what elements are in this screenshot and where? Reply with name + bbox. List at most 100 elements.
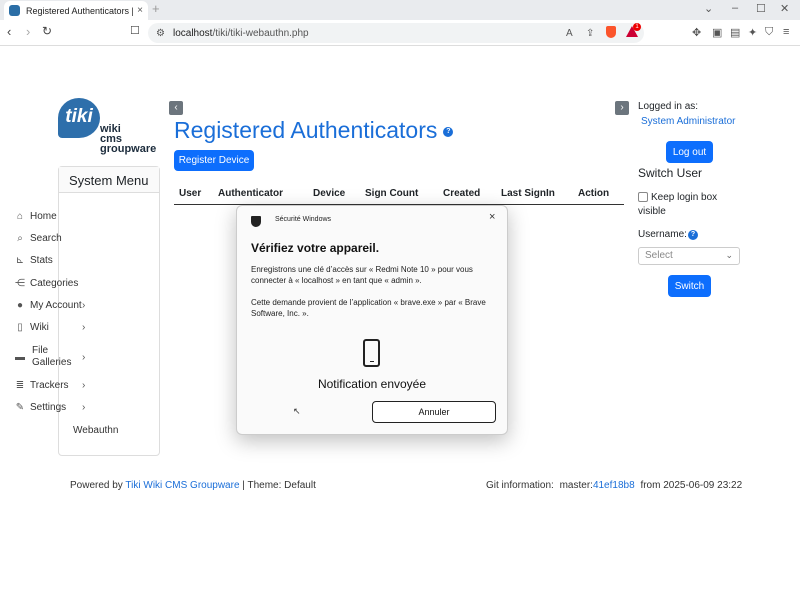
rewards-badge: 1 [633, 23, 641, 31]
menu-item-label: Categories [30, 278, 79, 289]
brave-shields-icon[interactable] [606, 26, 616, 38]
window-close-icon[interactable]: ✕ [780, 2, 789, 15]
mouse-cursor-icon: ↖ [293, 406, 301, 416]
menu-item-webauthn[interactable]: Webauthn [73, 425, 118, 436]
authenticators-table-header: User Authenticator Device Sign Count Cre… [174, 187, 624, 205]
menu-item-label: Settings [30, 402, 67, 413]
browser-toolbar: ‹ › ↻ ☐ ⚙ localhost /tiki/tiki-webauthn.… [0, 20, 800, 46]
logged-in-user-link[interactable]: System Administrator [641, 116, 735, 127]
forward-icon[interactable]: › [26, 24, 30, 39]
menu-item-my-account[interactable]: ● My Account › [14, 300, 86, 311]
column-user: User [179, 188, 202, 199]
dialog-passkey-text-2: connecter à « localhost » en tant que « … [251, 276, 422, 285]
database-icon: ≣ [15, 380, 25, 391]
leo-ai-icon[interactable]: ✦ [748, 26, 757, 39]
chevron-right-icon: › [82, 402, 86, 413]
page-title-text: Registered Authenticators [174, 117, 438, 143]
sidebar-icon[interactable]: ▣ [712, 26, 722, 39]
menu-item-label: Search [30, 233, 62, 244]
system-menu-title: System Menu [59, 167, 159, 193]
menu-item-trackers[interactable]: ≣ Trackers › [14, 380, 86, 391]
logged-in-label: Logged in as: [638, 101, 699, 112]
footer-git-info: Git information: master:41ef18b8 from 20… [486, 480, 742, 491]
chevron-right-icon: › [82, 300, 86, 311]
extensions-icon[interactable]: ✥ [692, 26, 701, 39]
username-help-icon[interactable]: ? [688, 230, 698, 240]
vpn-icon[interactable]: ⛉ [765, 26, 773, 39]
site-info-icon[interactable]: ⚙ [156, 28, 165, 39]
new-tab-button[interactable]: + [152, 1, 160, 16]
sitemap-icon: ⋲ [15, 278, 25, 289]
search-icon: ⌕ [17, 233, 23, 244]
logout-button[interactable]: Log out [666, 141, 713, 163]
menu-item-label: My Account [30, 300, 82, 311]
maximize-icon[interactable]: ☐ [756, 2, 766, 15]
keep-login-label: Keep login box [651, 192, 718, 203]
address-bar[interactable]: ⚙ localhost /tiki/tiki-webauthn.php A ⇪ [148, 23, 644, 43]
footer-powered-by: Powered by Tiki Wiki CMS Groupware | The… [70, 480, 316, 491]
menu-item-label-1: File [32, 345, 49, 356]
menu-item-label: Webauthn [73, 425, 119, 436]
menu-item-label: File Galleries [30, 345, 71, 369]
tiki-logo[interactable]: tiki wiki cms groupware [58, 98, 162, 158]
git-branch: master: [559, 480, 593, 491]
browser-tab[interactable]: Registered Authenticators | Tiki × [4, 1, 148, 20]
reload-icon[interactable]: ↻ [42, 24, 52, 38]
switch-button[interactable]: Switch [668, 275, 711, 297]
switch-user-title: Switch User [638, 166, 703, 180]
menu-item-categories[interactable]: ⋲ Categories [14, 278, 78, 289]
bookmark-icon[interactable]: ☐ [130, 24, 140, 37]
menu-item-wiki[interactable]: ▯ Wiki › [14, 322, 85, 333]
help-icon[interactable]: ? [443, 126, 454, 137]
collapse-right-column-button[interactable]: › [615, 101, 629, 115]
cancel-button[interactable]: Annuler [372, 401, 496, 423]
menu-item-home[interactable]: ⌂ Home [14, 211, 57, 222]
windows-security-dialog: Sécurité Windows × Vérifiez votre appare… [236, 205, 508, 435]
menu-icon[interactable]: ≡ [783, 26, 789, 38]
chevron-right-icon: › [82, 322, 86, 333]
powered-by-text: Powered by [70, 480, 123, 491]
column-device: Device [313, 188, 346, 199]
folder-icon: ▬ [15, 351, 25, 363]
system-menu: System Menu [58, 166, 160, 456]
menu-item-settings[interactable]: ✎ Settings › [14, 402, 86, 413]
menu-item-label-2: Galleries [32, 357, 72, 368]
git-date: from 2025-06-09 23:22 [640, 480, 743, 491]
tab-list-chevron-icon[interactable]: ⌄ [704, 2, 713, 15]
column-sign-count: Sign Count [365, 188, 419, 199]
url-path: /tiki/tiki-webauthn.php [212, 27, 309, 39]
back-icon[interactable]: ‹ [7, 24, 11, 39]
logo-text: wiki cms groupware [100, 124, 156, 155]
username-label: Username: [638, 229, 687, 240]
menu-item-search[interactable]: ⌕ Search [14, 233, 62, 244]
theme-text: | Theme: Default [242, 480, 316, 491]
menu-item-label: Home [30, 211, 57, 222]
keep-login-checkbox[interactable] [638, 192, 648, 202]
register-device-button[interactable]: Register Device [174, 150, 254, 171]
collapse-left-column-button[interactable]: ‹ [169, 101, 183, 115]
dialog-title: Sécurité Windows [275, 216, 332, 223]
home-icon: ⌂ [16, 211, 24, 222]
menu-item-label: Stats [30, 255, 53, 266]
tiki-favicon-icon [9, 5, 20, 16]
wallet-icon[interactable]: ▤ [730, 26, 740, 39]
screen: Registered Authenticators | Tiki × + ⌄ –… [0, 0, 800, 612]
translate-icon[interactable]: A [566, 28, 573, 39]
git-hash-link[interactable]: 41ef18b8 [593, 480, 635, 491]
dialog-heading: Vérifiez votre appareil. [251, 241, 380, 255]
column-last-signin: Last SignIn [501, 188, 555, 199]
menu-item-label: Wiki [30, 322, 49, 333]
column-created: Created [443, 188, 481, 199]
dialog-close-icon[interactable]: × [489, 211, 495, 223]
chart-icon: ⊾ [15, 255, 25, 266]
page-title: Registered Authenticators? [174, 117, 454, 144]
tiki-link[interactable]: Tiki Wiki CMS Groupware [125, 480, 239, 491]
minimize-icon[interactable]: – [732, 2, 738, 14]
username-select[interactable]: Select ⌄ [638, 247, 740, 265]
logo-bubble: tiki [58, 98, 100, 138]
keep-login-label-2: visible [638, 206, 666, 217]
menu-item-file-galleries[interactable]: ▬ File Galleries › [14, 345, 85, 369]
share-icon[interactable]: ⇪ [586, 28, 594, 39]
menu-item-stats[interactable]: ⊾ Stats [14, 255, 53, 266]
tab-close-icon[interactable]: × [137, 5, 143, 16]
